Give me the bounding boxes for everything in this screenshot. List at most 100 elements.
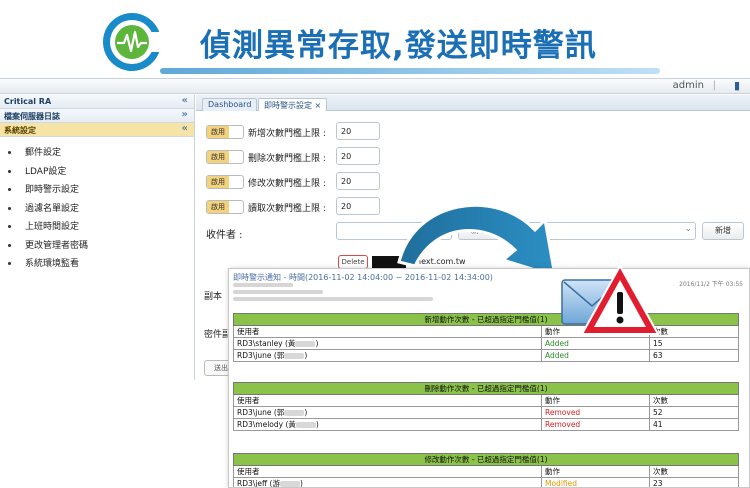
bullet-icon bbox=[8, 262, 11, 265]
column-header: 次數 bbox=[649, 465, 739, 478]
column-header: 使用者 bbox=[233, 325, 542, 338]
sidebar-item-password[interactable]: 更改管理者密碼 bbox=[0, 238, 194, 257]
column-header: 使用者 bbox=[233, 465, 542, 478]
sidebar-item-alert[interactable]: 即時警示設定 bbox=[0, 182, 194, 201]
sidebar-item-label: LDAP設定 bbox=[25, 166, 67, 177]
sidebar-item-label: 更改管理者密碼 bbox=[25, 240, 89, 251]
bullet-icon bbox=[8, 243, 11, 247]
sidebar-section-label: 檔案伺服器日誌 bbox=[4, 112, 60, 121]
banner-underline bbox=[160, 68, 660, 74]
blurred-name bbox=[295, 341, 316, 347]
logo-icon bbox=[103, 13, 164, 71]
toggle-switch[interactable]: 啟用 bbox=[206, 175, 244, 189]
sidebar-item-label: 郵件設定 bbox=[25, 148, 62, 158]
sidebar-item-worktime[interactable]: 上班時間設定 bbox=[0, 219, 194, 238]
blurred-name bbox=[295, 422, 316, 428]
blurred-sender bbox=[233, 283, 293, 287]
user-cell: RD3\june (郭 bbox=[237, 351, 285, 360]
sidebar-item-mail[interactable]: 郵件設定 bbox=[0, 145, 194, 164]
toggle-label: 啟用 bbox=[207, 176, 229, 188]
table-row: RD3\jeff (游) Modified 23 bbox=[233, 477, 739, 488]
user-cell: RD3\jeff (游 bbox=[237, 479, 280, 488]
user-cell: RD3\june (郭 bbox=[237, 408, 285, 417]
table-row: RD3\june (郭) Removed 52 bbox=[233, 406, 739, 419]
blurred-recipient bbox=[233, 290, 323, 294]
action-cell: Added bbox=[541, 349, 650, 362]
threshold-label: 讀取次數門檻上限 : bbox=[248, 204, 326, 214]
topbar-separator: | bbox=[712, 80, 716, 91]
action-cell: Removed bbox=[541, 406, 650, 419]
column-header: 動作 bbox=[541, 465, 650, 478]
column-header: 動作 bbox=[541, 394, 650, 407]
sidebar: Critical RA « 檔案伺服器日誌 » 系統設定 « 郵件設定 LDAP… bbox=[0, 95, 195, 380]
count-cell: 63 bbox=[649, 349, 739, 362]
table-caption: 刪除動作次數 - 已超過指定門檻值(1) bbox=[233, 382, 739, 395]
sidebar-item-monitor[interactable]: 系統環境監看 bbox=[0, 256, 194, 275]
user-cell: RD3\melody (黃 bbox=[237, 420, 296, 429]
tab-bar: Dashboard 即時警示設定 × bbox=[196, 95, 750, 111]
email-subject: 即時警示通知 - 時間(2016-11-02 14:04:00 ~ 2016-1… bbox=[233, 273, 493, 282]
threshold-row: 啟用 新增次數門檻上限 : 20 bbox=[196, 122, 750, 140]
sidebar-item-ldap[interactable]: LDAP設定 bbox=[0, 164, 194, 183]
add-group-button[interactable]: 新增 bbox=[702, 222, 744, 240]
sidebar-item-label: 上班時間設定 bbox=[25, 222, 80, 232]
user-name[interactable]: admin bbox=[673, 80, 704, 91]
blurred-name bbox=[284, 410, 305, 416]
toggle-switch[interactable]: 啟用 bbox=[206, 125, 244, 139]
column-header: 次數 bbox=[649, 394, 739, 407]
collapse-icon[interactable]: « bbox=[182, 95, 188, 106]
banner-title: 偵測異常存取,發送即時警訊 bbox=[200, 28, 597, 64]
threshold-row: 啟用 修改次數門檻上限 : 20 bbox=[196, 172, 750, 190]
threshold-input[interactable]: 20 bbox=[336, 147, 380, 165]
sidebar-app-title[interactable]: Critical RA « bbox=[0, 95, 194, 109]
warning-mail-icon bbox=[561, 263, 660, 335]
sidebar-section-label: 系統設定 bbox=[4, 126, 36, 135]
cc-label: 副本 bbox=[204, 292, 223, 302]
bcc-label: 密件副 bbox=[204, 330, 232, 340]
tab-dashboard[interactable]: Dashboard bbox=[202, 98, 258, 111]
delete-button[interactable]: Delete bbox=[338, 255, 368, 269]
threshold-label: 刪除次數門檻上限 : bbox=[248, 154, 326, 164]
count-cell: 52 bbox=[649, 406, 739, 419]
sidebar-item-label: 過濾名單設定 bbox=[25, 203, 80, 214]
blurred-name bbox=[284, 353, 305, 359]
top-bar: admin | ▮ bbox=[0, 78, 750, 94]
bullet-icon bbox=[8, 151, 11, 154]
chevron-down-icon[interactable]: » bbox=[182, 109, 188, 120]
threshold-label: 新增次數門檻上限 : bbox=[248, 129, 326, 139]
threshold-input[interactable]: 20 bbox=[336, 197, 380, 215]
toggle-switch[interactable]: 啟用 bbox=[206, 150, 244, 164]
toggle-switch[interactable]: 啟用 bbox=[206, 200, 244, 214]
threshold-row: 啟用 刪除次數門檻上限 : 20 bbox=[196, 147, 750, 165]
sidebar-item-filter[interactable]: 過濾名單設定 bbox=[0, 201, 194, 220]
sidebar-section-settings[interactable]: 系統設定 « bbox=[0, 123, 194, 137]
threshold-input[interactable]: 20 bbox=[336, 172, 380, 190]
bullet-icon bbox=[8, 188, 11, 191]
column-header: 使用者 bbox=[233, 394, 542, 407]
tab-alert-settings[interactable]: 即時警示設定 × bbox=[258, 98, 328, 111]
sidebar-item-label: 系統環境監看 bbox=[25, 259, 80, 269]
bullet-icon bbox=[8, 206, 11, 210]
toggle-label: 啟用 bbox=[207, 201, 229, 213]
chevron-up-icon[interactable]: « bbox=[182, 123, 188, 134]
email-date: 2016/11/2 下午 03:55 bbox=[679, 281, 743, 288]
table-caption: 修改動作次數 - 已超過指定門檻值(1) bbox=[233, 453, 739, 466]
toggle-label: 啟用 bbox=[207, 126, 229, 138]
threshold-input[interactable]: 20 bbox=[336, 122, 380, 140]
sidebar-app-label: Critical RA bbox=[4, 97, 52, 106]
sidebar-item-label: 即時警示設定 bbox=[25, 185, 80, 195]
bullet-icon bbox=[8, 169, 11, 173]
sidebar-section-logs[interactable]: 檔案伺服器日誌 » bbox=[0, 109, 194, 123]
toggle-label: 啟用 bbox=[207, 151, 229, 163]
screenshot-root: 偵測異常存取,發送即時警訊 admin | ▮ Critical RA « 檔案… bbox=[0, 0, 750, 488]
count-cell: 41 bbox=[649, 418, 739, 431]
email-preview: 即時警示通知 - 時間(2016-11-02 14:04:00 ~ 2016-1… bbox=[228, 268, 750, 488]
threshold-label: 修改次數門檻上限 : bbox=[248, 179, 326, 189]
action-cell: Removed bbox=[541, 418, 650, 431]
blurred-cc bbox=[233, 297, 433, 301]
table-row: RD3\june (郭) Added 63 bbox=[233, 349, 739, 362]
menu-icon[interactable]: ▮ bbox=[734, 79, 740, 92]
count-cell: 23 bbox=[649, 477, 739, 487]
user-cell: RD3\stanley (黃 bbox=[237, 339, 296, 348]
removed-table: 刪除動作次數 - 已超過指定門檻值(1) 使用者 動作 次數 RD3\june … bbox=[233, 382, 739, 431]
